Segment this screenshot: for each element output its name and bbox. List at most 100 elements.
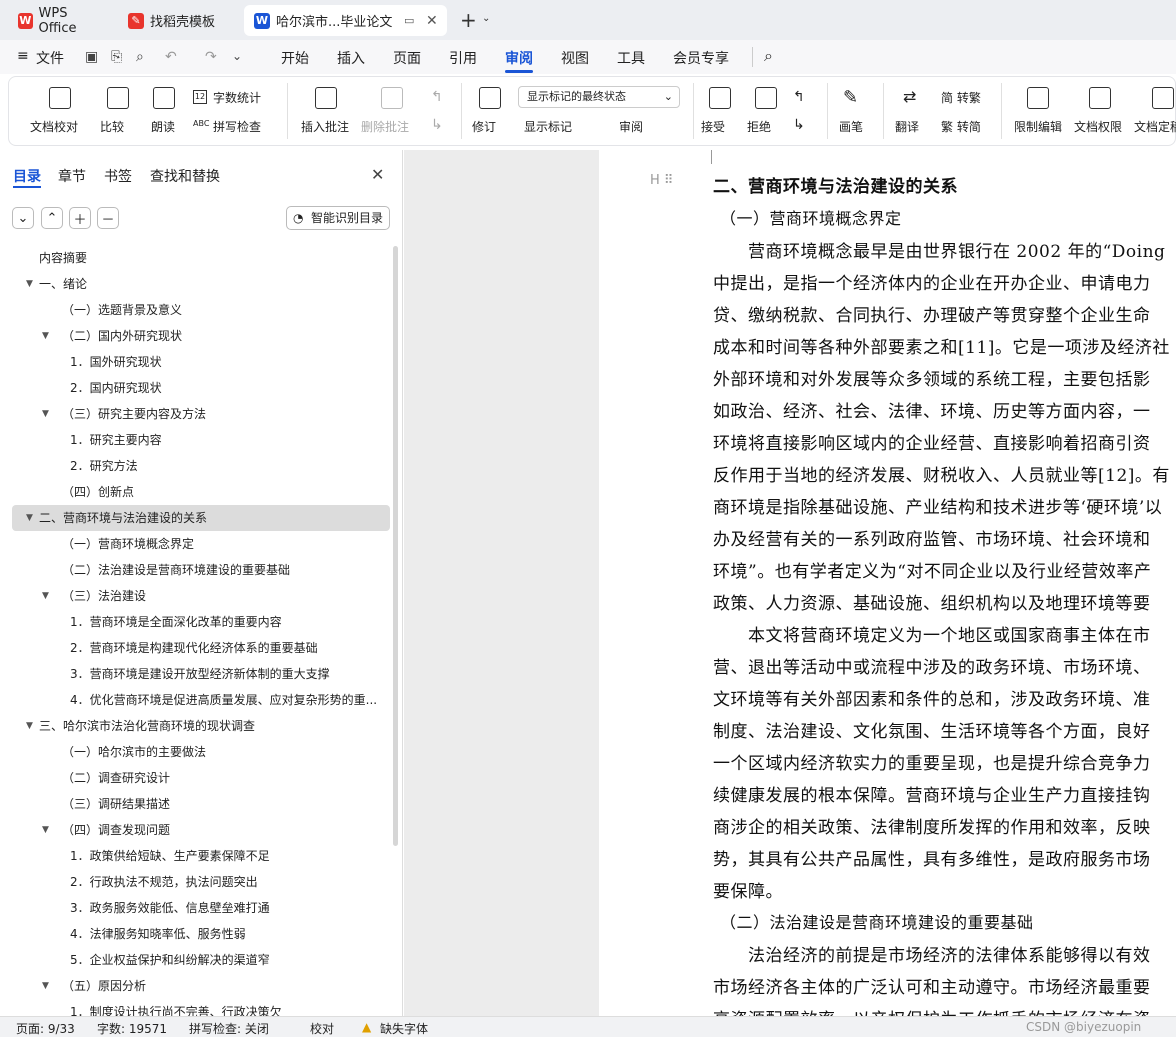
doc-final-button[interactable]: 文档定稿 <box>1134 118 1176 135</box>
toc-item[interactable]: ▼ （三）研究主要内容及方法 <box>12 401 390 427</box>
menu-view[interactable]: 视图 <box>561 48 589 68</box>
menu-tools[interactable]: 工具 <box>617 48 645 68</box>
word-count-button[interactable]: 字数统计 <box>213 89 261 106</box>
compare-button[interactable]: 比较 <box>100 118 124 135</box>
promote-level-button[interactable]: ＋ <box>69 207 91 229</box>
panel-tab-bookmarks[interactable]: 书签 <box>104 166 132 186</box>
toc-item[interactable]: 5．企业权益保护和纠纷解决的渠道窄 <box>12 947 390 973</box>
toc-item[interactable]: 2．营商环境是构建现代化经济体系的重要基础 <box>12 635 390 661</box>
toc-item[interactable]: 2．国内研究现状 <box>12 375 390 401</box>
export-icon[interactable]: ⎘ <box>111 49 122 65</box>
toc-scrollbar[interactable] <box>393 246 398 846</box>
menu-reference[interactable]: 引用 <box>449 48 477 68</box>
toc-item[interactable]: 1．政策供给短缺、生产要素保障不足 <box>12 843 390 869</box>
restrict-edit-button[interactable]: 限制编辑 <box>1014 118 1062 135</box>
toc-item[interactable]: 3．政务服务效能低、信息壁垒难打通 <box>12 895 390 921</box>
menu-file[interactable]: 文件 <box>36 48 64 68</box>
tab-document[interactable]: W 哈尔滨市...毕业论文 ▭ ✕ <box>244 5 447 36</box>
toc-item[interactable]: ▼ 二、营商环境与法治建设的关系 <box>12 505 390 531</box>
toc-item[interactable]: （一）哈尔滨市的主要做法 <box>12 739 390 765</box>
expand-arrow-icon[interactable]: ▼ <box>42 401 49 427</box>
toc-item[interactable]: （二）法治建设是营商环境建设的重要基础 <box>12 557 390 583</box>
search-icon[interactable]: ⌕ <box>764 46 773 66</box>
menu-insert[interactable]: 插入 <box>337 48 365 68</box>
to-simplified-button[interactable]: 繁 转简 <box>941 118 981 135</box>
spell-check-status[interactable]: 拼写检查: 关闭 <box>189 1020 269 1037</box>
menu-home[interactable]: 开始 <box>281 48 309 68</box>
to-traditional-button[interactable]: 简 转繁 <box>941 89 981 106</box>
toc-item[interactable]: ▼ （三）法治建设 <box>12 583 390 609</box>
toc-item[interactable]: ▼ 一、绪论 <box>12 271 390 297</box>
menu-page[interactable]: 页面 <box>393 48 421 68</box>
delete-comment-button[interactable]: 删除批注 <box>361 118 409 135</box>
toc-item[interactable]: ▼ （四）调查发现问题 <box>12 817 390 843</box>
panel-tab-sections[interactable]: 章节 <box>58 166 86 186</box>
read-aloud-button[interactable]: 朗读 <box>151 118 175 135</box>
toc-item[interactable]: 3．营商环境是建设开放型经济新体制的重大支撑 <box>12 661 390 687</box>
track-changes-button[interactable]: 修订 <box>472 118 496 135</box>
expand-arrow-icon[interactable]: ▼ <box>42 323 49 349</box>
expand-arrow-icon[interactable]: ▼ <box>42 583 49 609</box>
print-preview-icon[interactable]: ⌕ <box>136 49 144 65</box>
translate-button[interactable]: 翻译 <box>895 118 919 135</box>
expand-arrow-icon[interactable]: ▼ <box>26 271 33 297</box>
toc-item[interactable]: 1．营商环境是全面深化改革的重要内容 <box>12 609 390 635</box>
review-pane-button[interactable]: 审阅 <box>619 118 643 135</box>
hamburger-icon[interactable]: ≡ <box>17 48 29 64</box>
tab-docer-templates[interactable]: ✎ 找稻壳模板 <box>118 5 238 36</box>
collapse-up-button[interactable]: ⌃ <box>41 207 63 229</box>
toc-item[interactable]: 2．研究方法 <box>12 453 390 479</box>
doc-check-button[interactable]: 文档校对 <box>30 118 78 135</box>
toc-item[interactable]: 4．法律服务知晓率低、服务性弱 <box>12 921 390 947</box>
page-indicator[interactable]: 页面: 9/33 <box>16 1020 75 1037</box>
toc-item[interactable]: ▼ （五）原因分析 <box>12 973 390 999</box>
demote-level-button[interactable]: － <box>97 207 119 229</box>
toc-item[interactable]: ▼ （二）国内外研究现状 <box>12 323 390 349</box>
expand-arrow-icon[interactable]: ▼ <box>26 713 33 739</box>
toc-item[interactable]: （一）选题背景及意义 <box>12 297 390 323</box>
chevron-down-icon[interactable]: ⌄ <box>482 13 490 24</box>
toc-item[interactable]: （一）营商环境概念界定 <box>12 531 390 557</box>
quick-access-more-icon[interactable]: ⌄ <box>232 49 242 63</box>
heading-marker-icon[interactable]: H ⠿ <box>650 173 673 188</box>
insert-comment-button[interactable]: 插入批注 <box>301 118 349 135</box>
redo-icon[interactable]: ↷ <box>205 49 217 65</box>
toc-item[interactable]: ▼ 三、哈尔滨市法治化营商环境的现状调查 <box>12 713 390 739</box>
undo-icon[interactable]: ↶ <box>165 49 177 65</box>
pen-button[interactable]: 画笔 <box>839 118 863 135</box>
window-mode-icon[interactable]: ▭ <box>404 14 414 27</box>
doc-permission-button[interactable]: 文档权限 <box>1074 118 1122 135</box>
proofread-status[interactable]: 校对 <box>310 1020 334 1037</box>
next-comment-icon[interactable]: ↳ <box>431 117 443 133</box>
prev-change-icon[interactable]: ↰ <box>793 89 805 105</box>
close-tab-icon[interactable]: ✕ <box>426 13 438 29</box>
accept-button[interactable]: 接受 <box>701 118 725 135</box>
toc-item[interactable]: （三）调研结果描述 <box>12 791 390 817</box>
smart-toc-button[interactable]: ◔ 智能识别目录 <box>286 206 390 230</box>
panel-tab-find-replace[interactable]: 查找和替换 <box>150 166 220 186</box>
toc-item[interactable]: （四）创新点 <box>12 479 390 505</box>
tab-wps-office[interactable]: W WPS Office <box>8 5 113 36</box>
prev-comment-icon[interactable]: ↰ <box>431 89 443 105</box>
markup-state-select[interactable]: 显示标记的最终状态 ⌄ <box>518 86 680 108</box>
reject-button[interactable]: 拒绝 <box>747 118 771 135</box>
missing-font-status[interactable]: 缺失字体 <box>380 1020 428 1037</box>
menu-member[interactable]: 会员专享 <box>673 48 729 68</box>
close-panel-icon[interactable]: ✕ <box>371 165 384 184</box>
expand-arrow-icon[interactable]: ▼ <box>26 505 33 531</box>
toc-item[interactable]: 1．国外研究现状 <box>12 349 390 375</box>
save-icon[interactable]: ▣ <box>85 49 98 65</box>
toc-item[interactable]: 2．行政执法不规范，执法问题突出 <box>12 869 390 895</box>
new-tab-icon[interactable]: + <box>460 8 477 32</box>
expand-arrow-icon[interactable]: ▼ <box>42 817 49 843</box>
word-count-status[interactable]: 字数: 19571 <box>97 1020 167 1037</box>
menu-review[interactable]: 审阅 <box>505 48 533 68</box>
panel-tab-toc[interactable]: 目录 <box>13 166 41 186</box>
expand-arrow-icon[interactable]: ▼ <box>42 973 49 999</box>
toc-item[interactable]: 4．优化营商环境是促进高质量发展、应对复杂形势的重... <box>12 687 390 713</box>
toc-item[interactable]: 1．研究主要内容 <box>12 427 390 453</box>
show-markup-button[interactable]: 显示标记 <box>524 118 572 135</box>
toc-item[interactable]: （二）调查研究设计 <box>12 765 390 791</box>
expand-down-button[interactable]: ⌄ <box>12 207 34 229</box>
toc-item[interactable]: 内容摘要 <box>12 245 390 271</box>
